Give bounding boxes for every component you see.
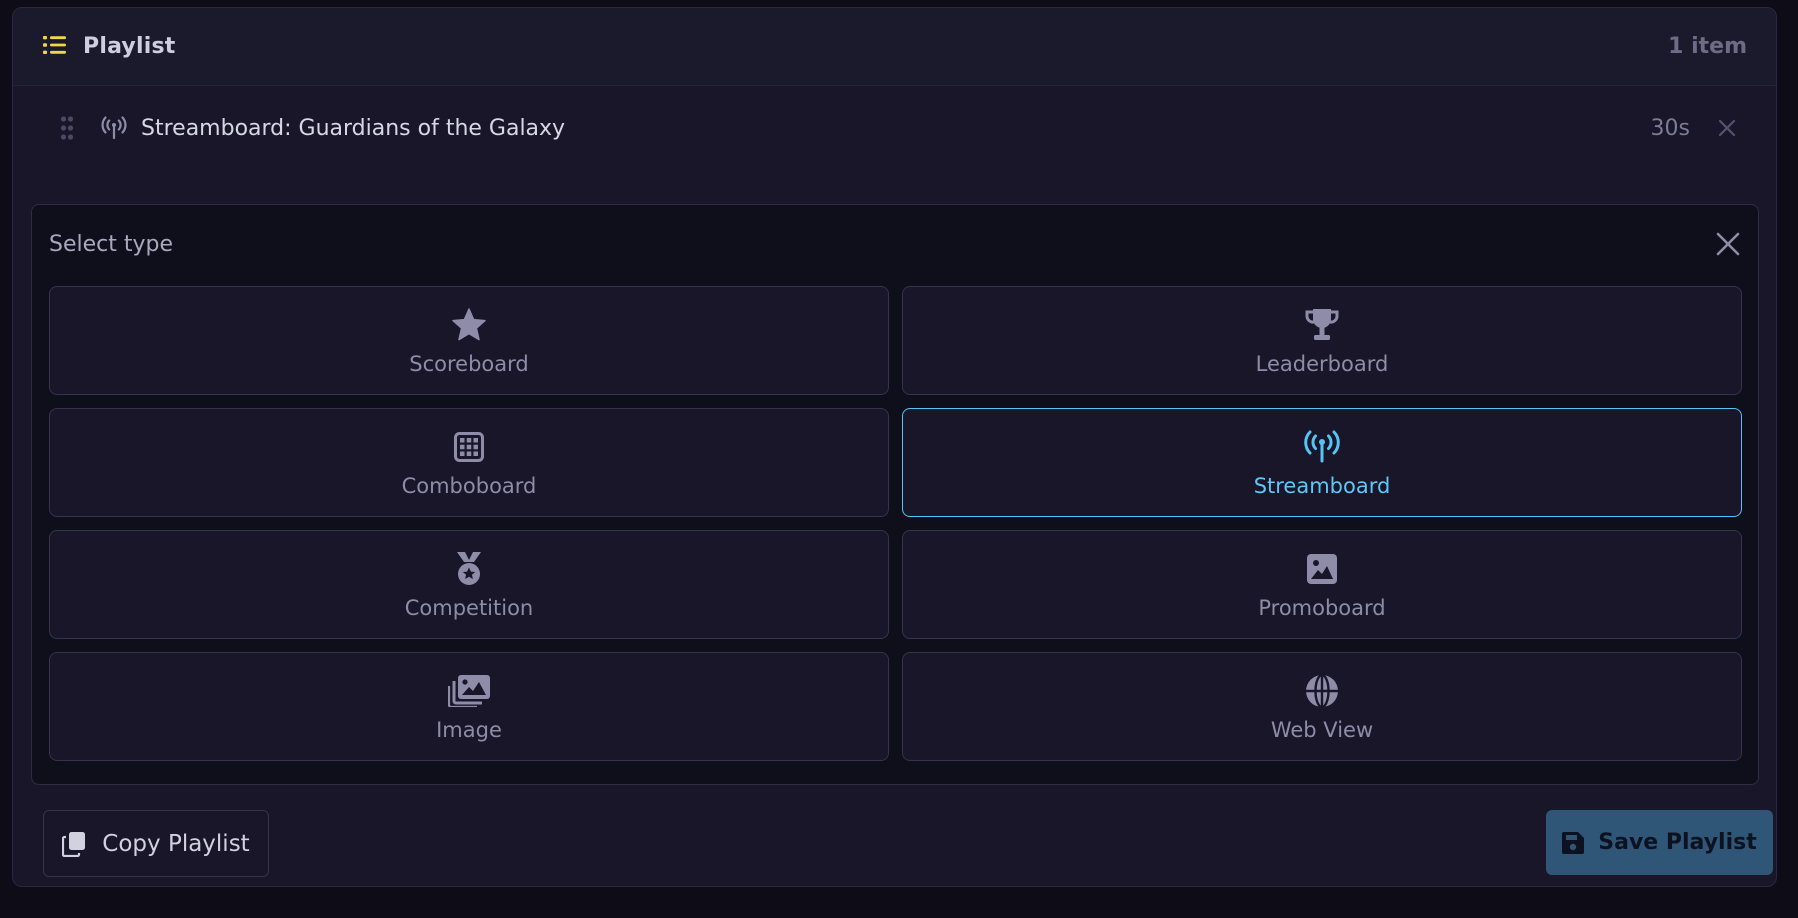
playlist-item[interactable]: Streamboard: Guardians of the Galaxy 30s <box>13 100 1776 156</box>
type-selector-title: Select type <box>49 231 174 257</box>
type-option-streamboard[interactable]: Streamboard <box>902 408 1742 517</box>
type-option-comboboard[interactable]: Comboboard <box>49 408 889 517</box>
image-icon <box>1307 550 1337 588</box>
playlist-panel: Playlist 1 item Streamboard: Guardians o… <box>12 7 1777 887</box>
drag-handle-icon[interactable] <box>59 115 75 141</box>
globe-icon <box>1305 672 1339 710</box>
type-option-label: Scoreboard <box>409 351 529 376</box>
playlist-item-title: Streamboard: Guardians of the Galaxy <box>141 115 566 141</box>
type-option-label: Comboboard <box>401 473 537 498</box>
type-option-label: Web View <box>1270 717 1374 742</box>
grid-icon <box>454 428 484 466</box>
panel-header: Playlist 1 item <box>13 8 1776 86</box>
trophy-icon <box>1305 306 1339 344</box>
save-playlist-label: Save Playlist <box>1598 830 1757 855</box>
broadcast-icon <box>101 115 127 141</box>
type-option-web-view[interactable]: Web View <box>902 652 1742 761</box>
type-option-leaderboard[interactable]: Leaderboard <box>902 286 1742 395</box>
type-grid: Scoreboard Leaderboard Comboboard Stream… <box>49 286 1742 761</box>
type-option-label: Streamboard <box>1253 473 1391 498</box>
save-icon <box>1562 831 1585 854</box>
remove-item-close-icon[interactable] <box>1718 119 1736 137</box>
medal-icon <box>454 550 484 588</box>
item-count: 1 item <box>1668 34 1747 59</box>
type-selector-panel: Select type Scoreboard Leaderboard Combo… <box>31 204 1759 785</box>
save-playlist-button[interactable]: Save Playlist <box>1546 810 1773 875</box>
playlist-item-duration: 30s <box>1650 115 1690 141</box>
broadcast-icon <box>1304 428 1340 466</box>
list-icon <box>43 35 67 59</box>
type-option-promoboard[interactable]: Promoboard <box>902 530 1742 639</box>
type-selector-header: Select type <box>49 229 1741 259</box>
copy-playlist-button[interactable]: Copy Playlist <box>43 810 269 877</box>
images-icon <box>448 672 490 710</box>
copy-playlist-label: Copy Playlist <box>102 830 250 857</box>
type-option-label: Competition <box>404 595 534 620</box>
type-option-scoreboard[interactable]: Scoreboard <box>49 286 889 395</box>
header-left: Playlist <box>43 34 175 59</box>
type-option-label: Image <box>436 717 502 742</box>
panel-title: Playlist <box>83 34 176 59</box>
type-option-image[interactable]: Image <box>49 652 889 761</box>
type-option-label: Promoboard <box>1258 595 1386 620</box>
close-icon[interactable] <box>1715 231 1741 257</box>
type-option-competition[interactable]: Competition <box>49 530 889 639</box>
star-icon <box>451 306 487 344</box>
copy-icon <box>62 831 86 857</box>
type-option-label: Leaderboard <box>1255 351 1389 376</box>
